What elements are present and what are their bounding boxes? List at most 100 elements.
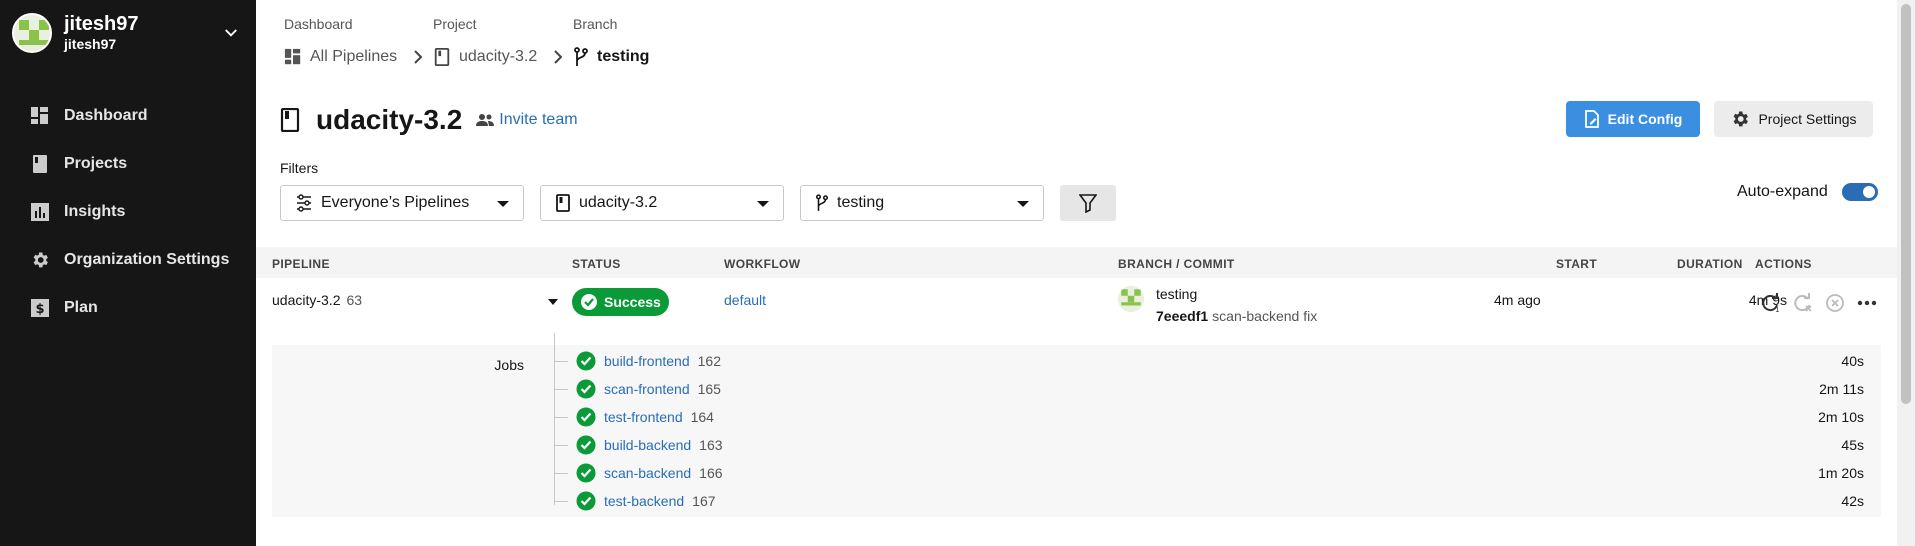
status-badge[interactable]: Success xyxy=(572,288,669,316)
invite-team-label: Invite team xyxy=(499,111,578,128)
job-name[interactable]: build-frontend xyxy=(604,353,690,369)
job-row[interactable]: build-frontend 162 40s xyxy=(554,347,1864,375)
breadcrumb-label: Branch xyxy=(573,16,618,32)
job-duration: 45s xyxy=(1841,437,1864,453)
breadcrumb-branch[interactable]: testing xyxy=(573,45,649,69)
edit-config-button[interactable]: Edit Config xyxy=(1566,101,1700,137)
job-row[interactable]: scan-backend 166 1m 20s xyxy=(554,459,1864,487)
job-name[interactable]: scan-backend xyxy=(604,465,691,481)
filter-button[interactable] xyxy=(1060,185,1116,221)
job-name[interactable]: test-frontend xyxy=(604,409,683,425)
gear-icon xyxy=(33,252,48,268)
sidebar-item-label: Projects xyxy=(64,155,128,172)
sidebar-item-label: Organization Settings xyxy=(64,251,230,268)
row-actions: 1 xyxy=(1760,292,1888,314)
workflow-link[interactable]: default xyxy=(724,292,766,308)
branch-icon xyxy=(815,194,829,211)
scrollbar-thumb[interactable] xyxy=(1901,4,1911,404)
page-scrollbar[interactable] xyxy=(1897,0,1915,546)
pipelines-table-header: PIPELINE STATUS WORKFLOW BRANCH / COMMIT… xyxy=(256,247,1897,278)
user-menu[interactable]: jitesh97 jitesh97 xyxy=(12,12,244,54)
status-label: Success xyxy=(604,294,661,310)
job-name[interactable]: build-backend xyxy=(604,437,691,453)
pipeline-number: 63 xyxy=(346,292,363,308)
sidebar-item-insights[interactable]: Insights xyxy=(0,188,256,236)
breadcrumb-label: Project xyxy=(433,16,477,32)
job-duration: 2m 11s xyxy=(1819,381,1864,397)
job-row[interactable]: test-backend 167 42s xyxy=(554,487,1864,515)
job-row[interactable]: build-backend 163 45s xyxy=(554,431,1864,459)
job-row[interactable]: test-frontend 164 2m 10s xyxy=(554,403,1864,431)
column-header: START xyxy=(1556,257,1598,271)
branch-name[interactable]: testing xyxy=(1156,286,1197,302)
branch-icon xyxy=(574,47,588,66)
sidebar-item-label: Dashboard xyxy=(64,107,148,124)
auto-expand: Auto-expand xyxy=(1737,181,1878,203)
chevron-right-icon xyxy=(414,50,423,64)
svg-text:$: $ xyxy=(35,302,44,317)
book-icon xyxy=(434,48,450,66)
auto-expand-toggle[interactable] xyxy=(1841,183,1878,201)
breadcrumb-project[interactable]: udacity-3.2 xyxy=(433,45,537,69)
pipeline-name[interactable]: udacity-3.2 63 xyxy=(272,292,362,308)
job-number: 162 xyxy=(697,353,721,369)
rerun-icon[interactable]: 1 xyxy=(1760,292,1782,314)
book-icon xyxy=(280,108,300,132)
job-name[interactable]: test-backend xyxy=(604,493,684,509)
caret-down-icon xyxy=(757,201,769,207)
job-duration: 2m 10s xyxy=(1818,409,1864,425)
caret-down-icon xyxy=(1017,201,1029,207)
page-title: udacity-3.2 xyxy=(316,104,463,135)
page-header: udacity-3.2 Invite team xyxy=(280,102,578,138)
sidebar-nav: Dashboard Projects Insights Organization… xyxy=(0,92,256,332)
sidebar-item-plan[interactable]: $ Plan xyxy=(0,284,256,332)
chevron-down-icon[interactable] xyxy=(222,24,240,42)
sidebar-item-organization-settings[interactable]: Organization Settings xyxy=(0,236,256,284)
check-circle-icon xyxy=(576,491,596,511)
caret-down-icon[interactable] xyxy=(548,299,558,305)
funnel-icon xyxy=(1079,194,1097,213)
rerun-failed-icon[interactable] xyxy=(1792,292,1814,314)
caret-down-icon xyxy=(497,201,509,207)
project-settings-button[interactable]: Project Settings xyxy=(1714,101,1873,137)
pipeline-project: udacity-3.2 xyxy=(272,292,341,308)
invite-team-link[interactable]: Invite team xyxy=(476,111,578,129)
pipeline-row[interactable]: udacity-3.2 63 Success default testing 7e… xyxy=(256,278,1897,343)
commit-info[interactable]: 7eeedf1 scan-backend fix xyxy=(1156,308,1317,324)
job-name[interactable]: scan-frontend xyxy=(604,381,690,397)
column-header: STATUS xyxy=(572,257,621,271)
edit-config-label: Edit Config xyxy=(1607,111,1683,127)
start-time: 4m ago xyxy=(1494,292,1541,308)
project-filter-select[interactable]: udacity-3.2 xyxy=(540,185,784,221)
more-icon[interactable] xyxy=(1856,292,1878,314)
select-value: testing xyxy=(837,194,885,211)
branch-filter-select[interactable]: testing xyxy=(800,185,1044,221)
pipelines-icon xyxy=(297,194,311,212)
sidebar-item-projects[interactable]: Projects xyxy=(0,140,256,188)
jobs-label: Jobs xyxy=(494,357,524,373)
breadcrumb-label: Dashboard xyxy=(284,16,353,32)
select-value: Everyone’s Pipelines xyxy=(321,194,470,211)
job-duration: 40s xyxy=(1841,353,1864,369)
dashboard-icon xyxy=(284,48,301,65)
commit-hash: 7eeedf1 xyxy=(1156,308,1209,324)
cancel-icon[interactable] xyxy=(1824,292,1846,314)
user-name: jitesh97 xyxy=(64,13,139,36)
job-number: 167 xyxy=(692,493,716,509)
pipelines-filter-select[interactable]: Everyone’s Pipelines xyxy=(280,185,524,221)
job-number: 166 xyxy=(699,465,723,481)
column-header: DURATION xyxy=(1677,257,1743,271)
dollar-icon: $ xyxy=(31,299,49,317)
main-content: Dashboard Project Branch All Pipelines u… xyxy=(256,0,1897,546)
chart-icon xyxy=(31,203,49,221)
team-icon xyxy=(476,114,495,126)
breadcrumb-all-pipelines[interactable]: All Pipelines xyxy=(284,45,397,69)
auto-expand-label: Auto-expand xyxy=(1737,183,1828,200)
check-circle-icon xyxy=(576,407,596,427)
check-circle-icon xyxy=(576,435,596,455)
job-row[interactable]: scan-frontend 165 2m 11s xyxy=(554,375,1864,403)
job-number: 164 xyxy=(690,409,714,425)
jobs-panel: Jobs build-frontend 162 40s scan-fronten… xyxy=(272,333,1881,517)
breadcrumb-text: All Pipelines xyxy=(310,48,398,65)
sidebar-item-dashboard[interactable]: Dashboard xyxy=(0,92,256,140)
